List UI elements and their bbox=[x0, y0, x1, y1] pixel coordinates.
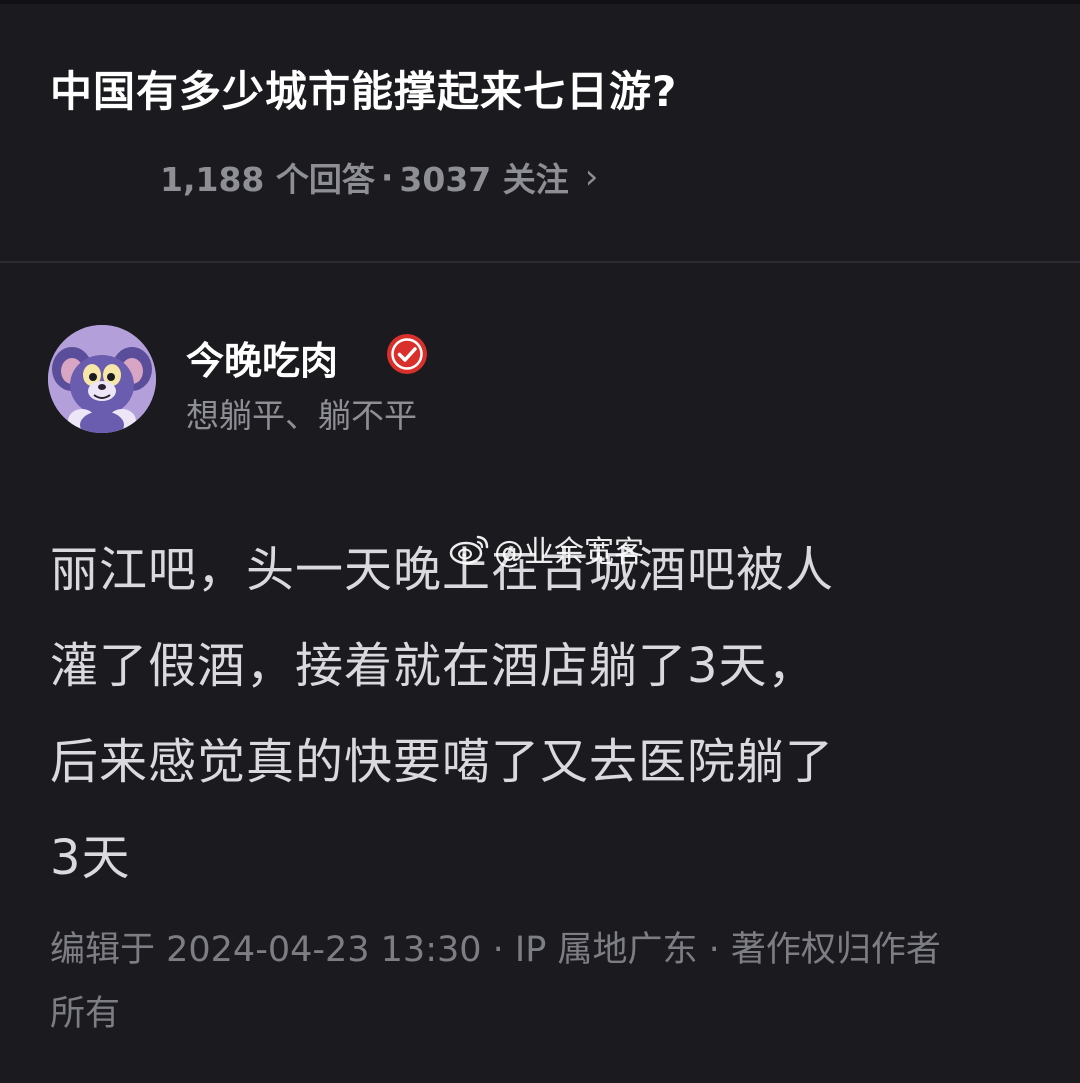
watermark: @业余宽客 bbox=[448, 527, 644, 571]
answer-content: 丽江吧，头一天晚上在古城酒吧被人 灌了假酒，接着就在酒店躺了3天， 后来感觉真的… bbox=[50, 522, 1040, 906]
cartoon-cat-avatar-icon bbox=[48, 325, 156, 433]
answer-line: 3天 bbox=[50, 830, 131, 886]
weibo-icon bbox=[449, 535, 489, 565]
edit-info-line: 编辑于 2024-04-23 13:30 · IP 属地广东 · 著作权归作者 bbox=[50, 930, 941, 970]
question-stats[interactable]: 1,188 个回答 · 3037 关注 › bbox=[160, 153, 598, 201]
edit-info: 编辑于 2024-04-23 13:30 · IP 属地广东 · 著作权归作者 … bbox=[50, 918, 1040, 1046]
edit-info-line: 所有 bbox=[50, 994, 121, 1034]
answer-line: 后来感觉真的快要噶了又去医院躺了 bbox=[50, 734, 835, 790]
author-bio: 想躺平、躺不平 bbox=[186, 396, 417, 435]
avatar[interactable] bbox=[48, 325, 156, 433]
author-name[interactable]: 今晚吃肉 bbox=[186, 330, 338, 385]
watermark-text: @业余宽客 bbox=[494, 535, 644, 570]
answer-line: 灌了假酒，接着就在酒店躺了3天， bbox=[50, 638, 817, 694]
answer-count: 1,188 个回答 bbox=[160, 160, 375, 199]
stats-separator: · bbox=[380, 157, 394, 197]
follow-count: 3037 关注 bbox=[399, 160, 569, 199]
section-divider bbox=[0, 261, 1080, 263]
status-bar-edge bbox=[0, 0, 1080, 4]
answer-page: 中国有多少城市能撑起来七日游? 1,188 个回答 · 3037 关注 › 今晚… bbox=[0, 0, 1080, 1083]
question-title[interactable]: 中国有多少城市能撑起来七日游? bbox=[50, 58, 677, 119]
chevron-right-icon: › bbox=[584, 157, 599, 197]
verified-check-icon bbox=[387, 334, 427, 374]
